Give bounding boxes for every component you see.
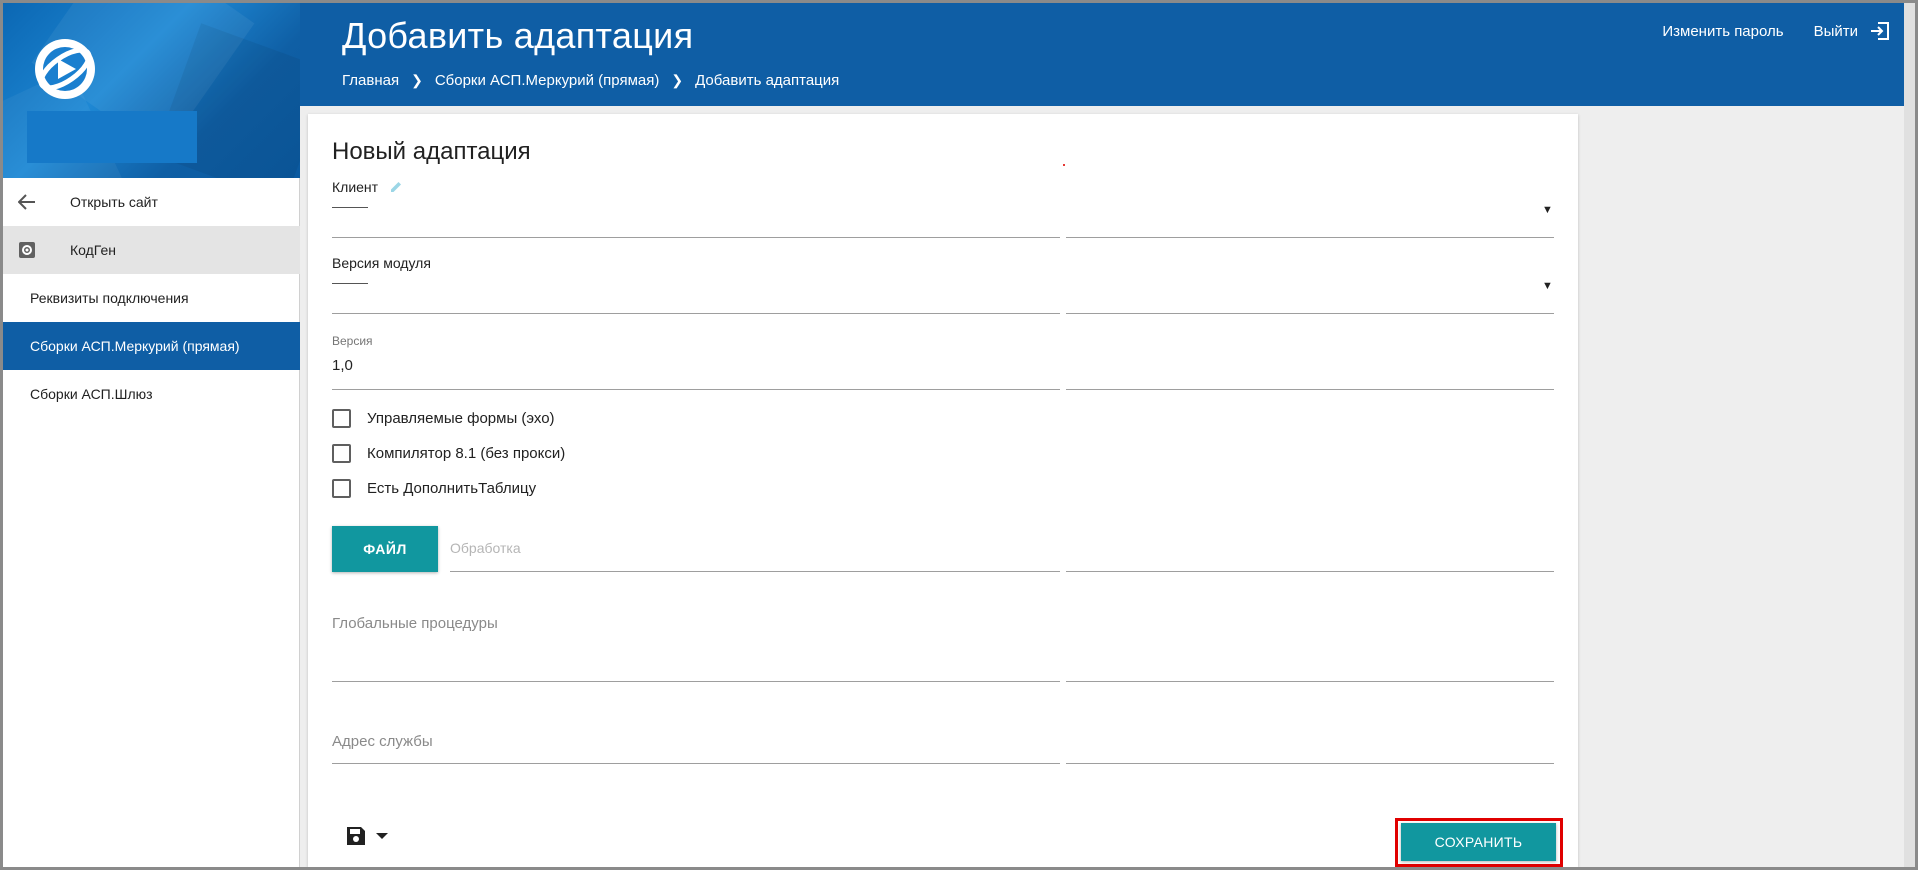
chevron-right-icon: ❯: [671, 72, 684, 88]
version-right-underline: [1066, 389, 1554, 390]
global-procedures-input[interactable]: [332, 681, 1060, 682]
scrollbar-track[interactable]: [1904, 3, 1915, 867]
caret-down-icon[interactable]: ▼: [1542, 280, 1553, 292]
stray-dot: [1063, 164, 1065, 166]
caret-down-icon[interactable]: ▼: [1542, 204, 1553, 216]
sidebar-section-kodgen[interactable]: КодГен: [3, 226, 300, 274]
version-input[interactable]: 1,0: [332, 357, 353, 374]
breadcrumb: Главная ❯ Сборки АСП.Меркурий (прямая) ❯…: [342, 72, 839, 89]
page-title: Добавить адаптация: [342, 15, 694, 56]
sidebar-nav: Открыть сайт КодГен Реквизиты подключени…: [3, 178, 300, 418]
module-version-label: Версия модуля: [332, 255, 431, 271]
checkbox-compiler-row[interactable]: Компилятор 8.1 (без прокси): [332, 444, 565, 463]
checkbox-label: Есть ДополнитьТаблицу: [367, 480, 537, 497]
client-select-right[interactable]: [1066, 237, 1554, 238]
version-input-underline: [332, 389, 1060, 390]
gear-icon: [17, 240, 37, 260]
brand-name-placeholder: [27, 111, 197, 163]
file-input-underline: [450, 571, 1060, 572]
checkbox-compiler[interactable]: [332, 444, 351, 463]
global-procedures-right[interactable]: [1066, 681, 1554, 682]
caret-down-icon: [376, 833, 388, 839]
service-address-input[interactable]: [332, 763, 1060, 764]
checkbox-add-table-row[interactable]: Есть ДополнитьТаблицу: [332, 479, 536, 498]
logout-label: Выйти: [1813, 22, 1858, 40]
form-card: Новый адаптация Клиент ▼ Версия модуля ▼…: [308, 114, 1578, 867]
module-version-select-right[interactable]: [1066, 313, 1554, 314]
sidebar-item-open-site[interactable]: Открыть сайт: [3, 178, 300, 226]
breadcrumb-home[interactable]: Главная: [342, 72, 399, 89]
file-right-underline: [1066, 571, 1554, 572]
logout-button[interactable]: Выйти: [1814, 21, 1890, 41]
brand-panel: [3, 3, 300, 178]
sidebar-item-asp-mercury-direct[interactable]: Сборки АСП.Меркурий (прямая): [3, 322, 300, 370]
sidebar-item-asp-gateway[interactable]: Сборки АСП.Шлюз: [3, 370, 300, 418]
global-procedures-label: Глобальные процедуры: [332, 615, 498, 632]
checkbox-label: Управляемые формы (эхо): [367, 410, 555, 427]
client-select[interactable]: [332, 237, 1060, 238]
file-button[interactable]: ФАЙЛ: [332, 526, 438, 572]
logout-icon: [1871, 22, 1889, 40]
floppy-disk-icon: [347, 827, 365, 845]
module-version-select[interactable]: [332, 313, 1060, 314]
sidebar: Открыть сайт КодГен Реквизиты подключени…: [3, 3, 300, 867]
checkbox-managed-forms-row[interactable]: Управляемые формы (эхо): [332, 409, 555, 428]
service-address-label: Адрес службы: [332, 733, 433, 750]
arrow-left-icon: [17, 192, 37, 212]
sidebar-section-label: КодГен: [70, 242, 116, 258]
breadcrumb-asp-mercury[interactable]: Сборки АСП.Меркурий (прямая): [435, 72, 660, 89]
module-version-empty-value: [332, 283, 368, 284]
chevron-right-icon: ❯: [411, 72, 423, 88]
service-address-right[interactable]: [1066, 763, 1554, 764]
client-label-text: Клиент: [332, 179, 379, 195]
save-menu-button[interactable]: [346, 826, 388, 846]
pencil-icon[interactable]: [390, 180, 402, 196]
file-name-input[interactable]: Обработка: [450, 540, 521, 556]
sidebar-item-connection-details[interactable]: Реквизиты подключения: [3, 274, 300, 322]
logo-icon[interactable]: [33, 37, 97, 101]
top-actions: Изменить пароль Выйти: [1662, 21, 1890, 41]
checkbox-add-table[interactable]: [332, 479, 351, 498]
checkbox-label: Компилятор 8.1 (без прокси): [367, 445, 566, 462]
sidebar-item-label: Открыть сайт: [70, 194, 158, 210]
change-password-link[interactable]: Изменить пароль: [1662, 23, 1783, 40]
top-header: Добавить адаптация Главная ❯ Сборки АСП.…: [300, 3, 1904, 106]
app-window: Открыть сайт КодГен Реквизиты подключени…: [0, 0, 1918, 870]
version-label: Версия: [332, 334, 373, 348]
client-field-label: Клиент: [332, 179, 402, 196]
form-title: Новый адаптация: [332, 138, 531, 165]
breadcrumb-current: Добавить адаптация: [695, 72, 840, 89]
checkbox-managed-forms[interactable]: [332, 409, 351, 428]
client-empty-value: [332, 207, 368, 208]
save-button[interactable]: СОХРАНИТЬ: [1401, 823, 1556, 861]
